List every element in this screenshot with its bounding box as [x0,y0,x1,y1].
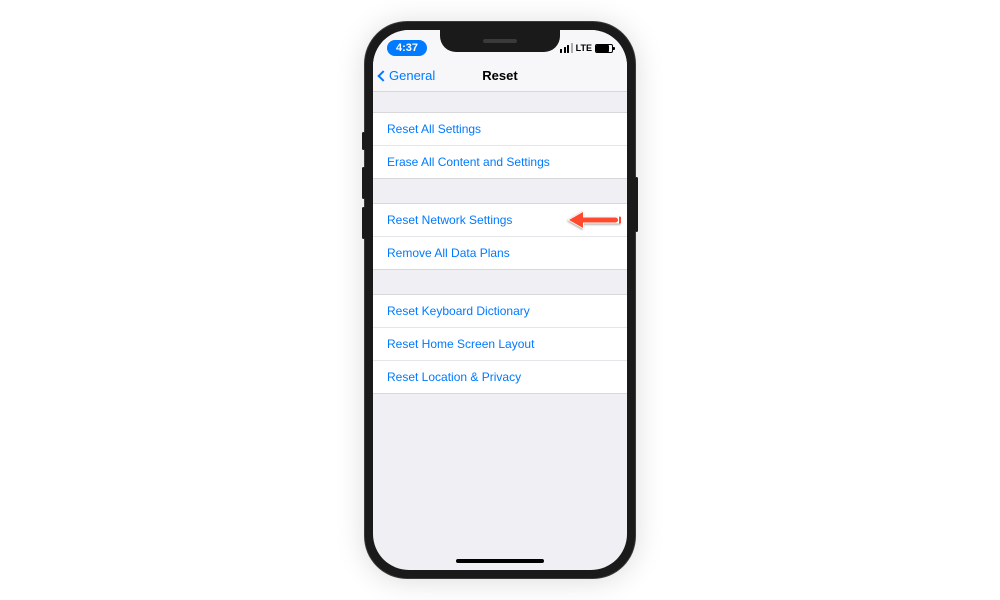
settings-content: Reset All Settings Erase All Content and… [373,112,627,394]
power-button [635,177,638,232]
row-label: Erase All Content and Settings [387,155,550,169]
time-pill[interactable]: 4:37 [387,40,427,56]
chevron-left-icon [377,70,388,81]
reset-home-screen-row[interactable]: Reset Home Screen Layout [373,328,627,361]
silence-switch [362,132,365,150]
network-type: LTE [576,43,592,53]
status-indicators: LTE [560,43,613,53]
settings-group: Reset Keyboard Dictionary Reset Home Scr… [373,294,627,394]
iphone-mockup: 4:37 LTE General Reset [365,22,635,578]
settings-group: Reset All Settings Erase All Content and… [373,112,627,179]
home-indicator[interactable] [456,559,544,563]
settings-group: Reset Network Settings [373,203,627,270]
volume-down-button [362,207,365,239]
annotation-arrow-icon [565,209,621,231]
notch [440,30,560,52]
phone-screen: 4:37 LTE General Reset [373,30,627,570]
row-label: Reset Location & Privacy [387,370,521,384]
reset-network-settings-row[interactable]: Reset Network Settings [373,204,627,237]
volume-up-button [362,167,365,199]
speaker-grille [483,39,517,43]
reset-location-privacy-row[interactable]: Reset Location & Privacy [373,361,627,393]
back-button[interactable]: General [379,68,435,83]
remove-data-plans-row[interactable]: Remove All Data Plans [373,237,627,269]
row-label: Remove All Data Plans [387,246,510,260]
battery-icon [595,44,613,53]
row-label: Reset Keyboard Dictionary [387,304,530,318]
back-label: General [389,68,435,83]
row-label: Reset All Settings [387,122,481,136]
row-label: Reset Home Screen Layout [387,337,534,351]
navigation-bar: General Reset [373,60,627,92]
row-label: Reset Network Settings [387,213,512,227]
reset-keyboard-dictionary-row[interactable]: Reset Keyboard Dictionary [373,295,627,328]
page-title: Reset [482,68,517,83]
cellular-signal-icon [560,43,573,53]
reset-all-settings-row[interactable]: Reset All Settings [373,113,627,146]
erase-all-content-row[interactable]: Erase All Content and Settings [373,146,627,178]
